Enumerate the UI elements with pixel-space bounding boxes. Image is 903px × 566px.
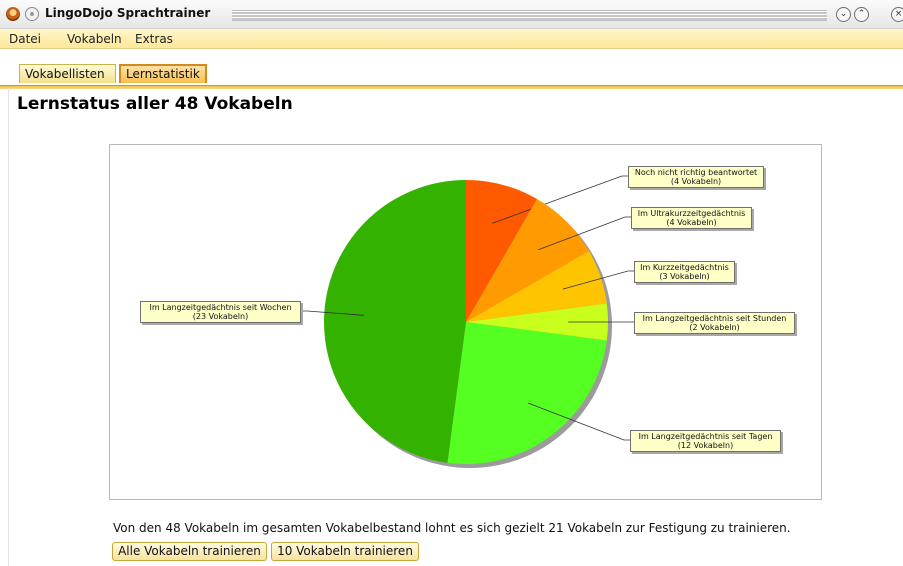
slice-label-count: (12 Vokabeln) xyxy=(677,441,734,450)
slice-label: Im Kurzzeitgedächtnis (3 Vokabeln) xyxy=(634,261,735,283)
summary-text: Von den 48 Vokabeln im gesamten Vokabelb… xyxy=(113,521,791,535)
pin-icon[interactable] xyxy=(25,7,39,21)
slice-label: Im Ultrakurzzeitgedächtnis (4 Vokabeln) xyxy=(631,207,752,229)
train-all-button[interactable]: Alle Vokabeln trainieren xyxy=(112,542,267,561)
close-button[interactable]: × xyxy=(891,7,903,22)
slice-label-count: (4 Vokabeln) xyxy=(666,218,717,227)
slice-label-count: (3 Vokabeln) xyxy=(659,272,710,281)
app-icon[interactable] xyxy=(6,7,20,21)
pie-slice xyxy=(447,322,607,464)
window-title: LingoDojo Sprachtrainer xyxy=(45,6,211,20)
page-title: Lernstatus aller 48 Vokabeln xyxy=(17,94,293,114)
slice-label-name: Im Langzeitgedächtnis seit Wochen xyxy=(149,303,292,312)
train-ten-button[interactable]: 10 Vokabeln trainieren xyxy=(271,542,419,561)
pie-chart-panel: Noch nicht richtig beantwortet (4 Vokabel… xyxy=(109,144,822,500)
maximize-button[interactable]: ⌃ xyxy=(854,7,869,22)
menu-datei[interactable]: Datei xyxy=(9,32,41,46)
slice-label: Im Langzeitgedächtnis seit Wochen (23 Vok… xyxy=(140,301,301,323)
title-bar-grip xyxy=(232,10,827,21)
minimize-button[interactable]: ⌄ xyxy=(836,7,851,22)
slice-label-name: Im Kurzzeitgedächtnis xyxy=(640,263,729,272)
slice-label-count: (23 Vokabeln) xyxy=(192,312,249,321)
slice-label: Noch nicht richtig beantwortet (4 Vokabel… xyxy=(628,166,764,188)
pie-slice xyxy=(324,180,466,463)
slice-label-count: (2 Vokabeln) xyxy=(689,323,740,332)
title-bar: LingoDojo Sprachtrainer ⌄ ⌃ × xyxy=(0,0,903,29)
slice-label-name: Im Langzeitgedächtnis seit Tagen xyxy=(638,432,773,441)
tab-lernstatistik[interactable]: Lernstatistik xyxy=(119,64,207,83)
tab-vokabellisten[interactable]: Vokabellisten xyxy=(19,64,116,83)
slice-label-name: Im Ultrakurzzeitgedächtnis xyxy=(637,209,746,218)
tab-divider xyxy=(0,85,903,89)
content-border xyxy=(8,88,9,566)
tab-bar: Vokabellisten Lernstatistik xyxy=(0,49,903,85)
menu-bar: Datei Vokabeln Extras xyxy=(0,29,903,49)
menu-extras[interactable]: Extras xyxy=(135,32,173,46)
slice-label-name: Noch nicht richtig beantwortet xyxy=(634,168,758,177)
slice-label-count: (4 Vokabeln) xyxy=(670,177,722,186)
slice-label-name: Im Langzeitgedächtnis seit Stunden xyxy=(642,314,787,323)
menu-vokabeln[interactable]: Vokabeln xyxy=(67,32,122,46)
slice-label: Im Langzeitgedächtnis seit Stunden (2 Vok… xyxy=(634,312,795,334)
slice-label: Im Langzeitgedächtnis seit Tagen (12 Voka… xyxy=(630,430,781,452)
